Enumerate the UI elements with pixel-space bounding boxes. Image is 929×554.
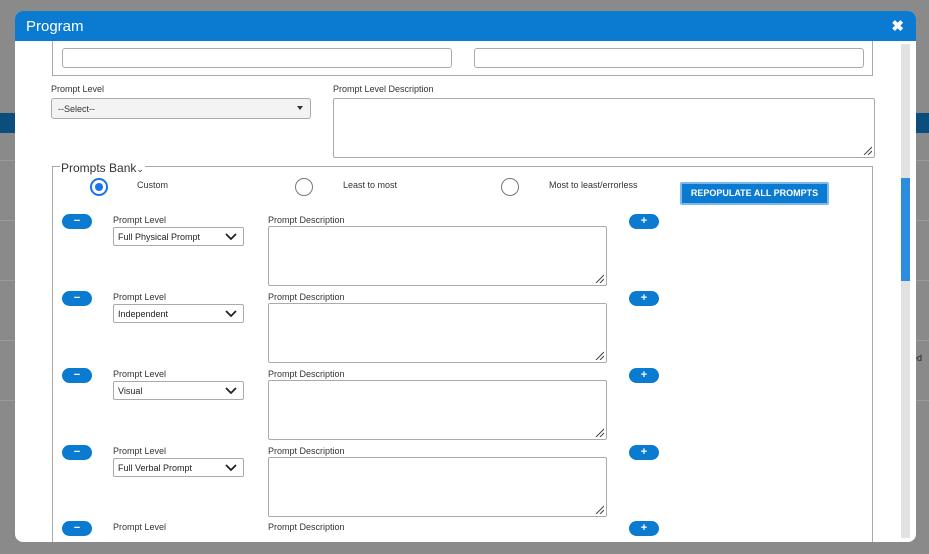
prompt-level-selected-value: --Select-- — [58, 104, 96, 114]
add-prompt-button[interactable]: + — [629, 214, 659, 229]
modal-scrollbar[interactable] — [901, 44, 910, 538]
scrollbar-thumb[interactable] — [901, 178, 910, 281]
remove-prompt-button[interactable]: − — [62, 521, 92, 536]
row-prompt-level-label: Prompt Level — [113, 215, 167, 225]
chevron-down-icon — [225, 310, 237, 318]
radio-most-to-least[interactable] — [501, 178, 519, 196]
row-prompt-description-label: Prompt Description — [268, 215, 345, 225]
row-prompt-level-select[interactable]: Full Physical Prompt — [113, 227, 244, 246]
add-prompt-button[interactable]: + — [629, 368, 659, 383]
row-prompt-description-textarea[interactable] — [268, 303, 607, 363]
remove-prompt-button[interactable]: − — [62, 214, 92, 229]
radio-least-to-most-label: Least to most — [343, 180, 398, 190]
row-prompt-description-label: Prompt Description — [268, 522, 345, 532]
row-prompt-description-label: Prompt Description — [268, 369, 345, 379]
radio-custom-label: Custom — [137, 180, 169, 190]
radio-custom[interactable] — [90, 178, 108, 196]
row-prompt-level-value: Full Verbal Prompt — [118, 463, 193, 473]
row-prompt-level-value: Full Physical Prompt — [118, 232, 201, 242]
add-prompt-button[interactable]: + — [629, 445, 659, 460]
row-prompt-level-label: Prompt Level — [113, 446, 167, 456]
program-modal: Program ✖ Prompt Level --Select-- Prompt… — [15, 11, 916, 542]
text-input-left[interactable] — [62, 48, 452, 68]
remove-prompt-button[interactable]: − — [62, 445, 92, 460]
row-prompt-description-textarea[interactable] — [268, 457, 607, 517]
add-prompt-button[interactable]: + — [629, 291, 659, 306]
prompts-bank-legend[interactable]: Prompts Bank⌄ — [60, 161, 145, 175]
chevron-down-icon — [225, 233, 237, 241]
row-prompt-description-label: Prompt Description — [268, 446, 345, 456]
row-prompt-description-label: Prompt Description — [268, 292, 345, 302]
prompt-level-label: Prompt Level — [51, 84, 105, 94]
prompt-level-select[interactable]: --Select-- — [51, 98, 311, 119]
chevron-down-icon — [225, 387, 237, 395]
add-prompt-button[interactable]: + — [629, 521, 659, 536]
caret-down-icon — [297, 106, 303, 110]
prompt-level-description-label: Prompt Level Description — [333, 84, 434, 94]
repopulate-all-prompts-button[interactable]: REPOPULATE ALL PROMPTS — [680, 182, 829, 205]
row-prompt-description-textarea[interactable] — [268, 380, 607, 440]
text-input-right[interactable] — [474, 48, 864, 68]
row-prompt-level-select[interactable]: Full Verbal Prompt — [113, 458, 244, 477]
resize-grip-icon[interactable] — [595, 274, 604, 283]
row-prompt-level-value: Independent — [118, 309, 169, 319]
row-prompt-level-value: Visual — [118, 386, 143, 396]
radio-most-to-least-label: Most to least/errorless — [549, 180, 638, 190]
prompt-level-description-textarea[interactable] — [333, 98, 875, 158]
resize-grip-icon[interactable] — [595, 351, 604, 360]
row-prompt-level-label: Prompt Level — [113, 522, 167, 532]
row-prompt-description-textarea[interactable] — [268, 226, 607, 286]
row-prompt-level-select[interactable]: Visual — [113, 381, 244, 400]
remove-prompt-button[interactable]: − — [62, 291, 92, 306]
row-prompt-level-label: Prompt Level — [113, 292, 167, 302]
chevron-down-icon: ⌄ — [136, 164, 144, 174]
resize-grip-icon[interactable] — [595, 505, 604, 514]
radio-least-to-most[interactable] — [295, 178, 313, 196]
close-icon[interactable]: ✖ — [891, 17, 904, 35]
remove-prompt-button[interactable]: − — [62, 368, 92, 383]
resize-grip-icon[interactable] — [863, 146, 872, 155]
modal-title: Program — [26, 18, 84, 35]
chevron-down-icon — [225, 464, 237, 472]
row-prompt-level-label: Prompt Level — [113, 369, 167, 379]
resize-grip-icon[interactable] — [595, 428, 604, 437]
row-prompt-level-select[interactable]: Independent — [113, 304, 244, 323]
modal-header: Program ✖ — [15, 11, 916, 41]
